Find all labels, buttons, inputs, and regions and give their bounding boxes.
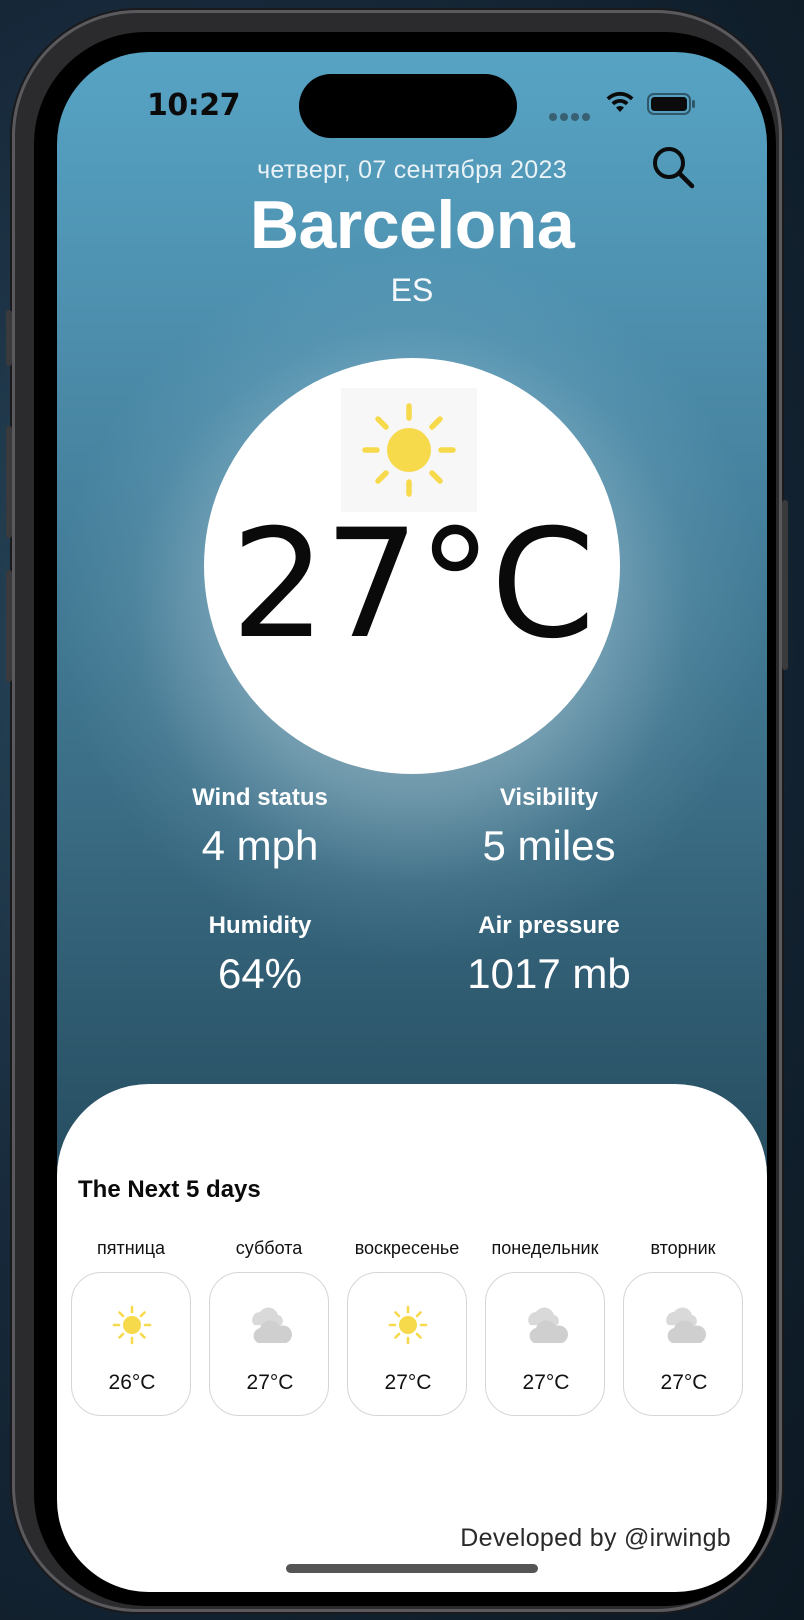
forecast-day-temp: 27°C [660, 1371, 708, 1394]
cellular-signal-icon [549, 108, 593, 126]
forecast-day-temp: 26°C [108, 1371, 156, 1394]
volume-down-button [6, 570, 12, 682]
forecast-day-temp: 27°C [522, 1371, 570, 1394]
forecast-day[interactable]: суббота 27°C [207, 1234, 331, 1416]
stat-label: Humidity [208, 912, 312, 939]
sun-icon [388, 1305, 428, 1345]
current-temperature: 27°C [230, 498, 596, 672]
forecast-title: The Next 5 days [78, 1176, 261, 1203]
stat-label: Visibility [499, 784, 599, 811]
forecast-day-name: понедельник [491, 1238, 599, 1258]
cloud-icon [528, 1307, 569, 1343]
current-weather-icon [341, 388, 477, 512]
sun-icon [112, 1305, 152, 1345]
forecast-day-name: пятница [96, 1238, 166, 1258]
country-code: ES [390, 272, 434, 308]
current-date: четверг, 07 сентября 2023 [257, 156, 567, 184]
city-name: Barcelona [249, 187, 575, 263]
volume-up-button [6, 426, 12, 538]
forecast-day-card[interactable]: 26°C [71, 1272, 191, 1416]
forecast-day-name: вторник [650, 1238, 716, 1258]
forecast-day-card[interactable]: 27°C [485, 1272, 605, 1416]
forecast-day[interactable]: понедельник 27°C [483, 1234, 607, 1416]
cloud-icon [252, 1307, 293, 1343]
cloud-icon [666, 1307, 707, 1343]
current-weather-card: 27°C [204, 358, 620, 774]
stat-label: Wind status [192, 784, 328, 811]
phone-frame: 10:27 четверг, 07 сентября 2023 Barcelon… [6, 10, 788, 1612]
home-indicator[interactable] [286, 1564, 538, 1573]
stat-value: 4 mph [201, 822, 319, 869]
stat-value: 64% [217, 950, 303, 997]
screen: 10:27 четверг, 07 сентября 2023 Barcelon… [57, 52, 767, 1592]
forecast-day-card[interactable]: 27°C [347, 1272, 467, 1416]
stat-air-pressure: Air pressure 1017 mb [399, 912, 699, 998]
forecast-day-temp: 27°C [246, 1371, 294, 1394]
forecast-day[interactable]: вторник 27°C [621, 1234, 745, 1416]
forecast-day-name: суббота [235, 1238, 303, 1258]
forecast-day[interactable]: пятница 26°C [69, 1234, 193, 1416]
forecast-day-card[interactable]: 27°C [623, 1272, 743, 1416]
forecast-day[interactable]: воскресенье 27°C [345, 1234, 469, 1416]
sun-icon [362, 403, 456, 497]
forecast-sheet: The Next 5 days пятница 26°C суббота 27°… [57, 1084, 767, 1592]
forecast-day-name: воскресенье [354, 1238, 460, 1258]
stat-label: Air pressure [478, 912, 620, 939]
stat-value: 5 miles [482, 822, 616, 869]
status-time: 10:27 [147, 88, 241, 123]
battery-icon [647, 92, 697, 121]
stat-value: 1017 mb [467, 950, 631, 997]
forecast-day-card[interactable]: 27°C [209, 1272, 329, 1416]
stat-visibility: Visibility 5 miles [399, 784, 699, 870]
action-button [6, 310, 12, 366]
power-button [782, 500, 788, 670]
stat-wind: Wind status 4 mph [110, 784, 410, 870]
developer-credit: Developed by @irwingb [460, 1524, 731, 1552]
forecast-day-temp: 27°C [384, 1371, 432, 1394]
dynamic-island [299, 74, 517, 138]
wifi-icon [605, 90, 635, 119]
stat-humidity: Humidity 64% [110, 912, 410, 998]
